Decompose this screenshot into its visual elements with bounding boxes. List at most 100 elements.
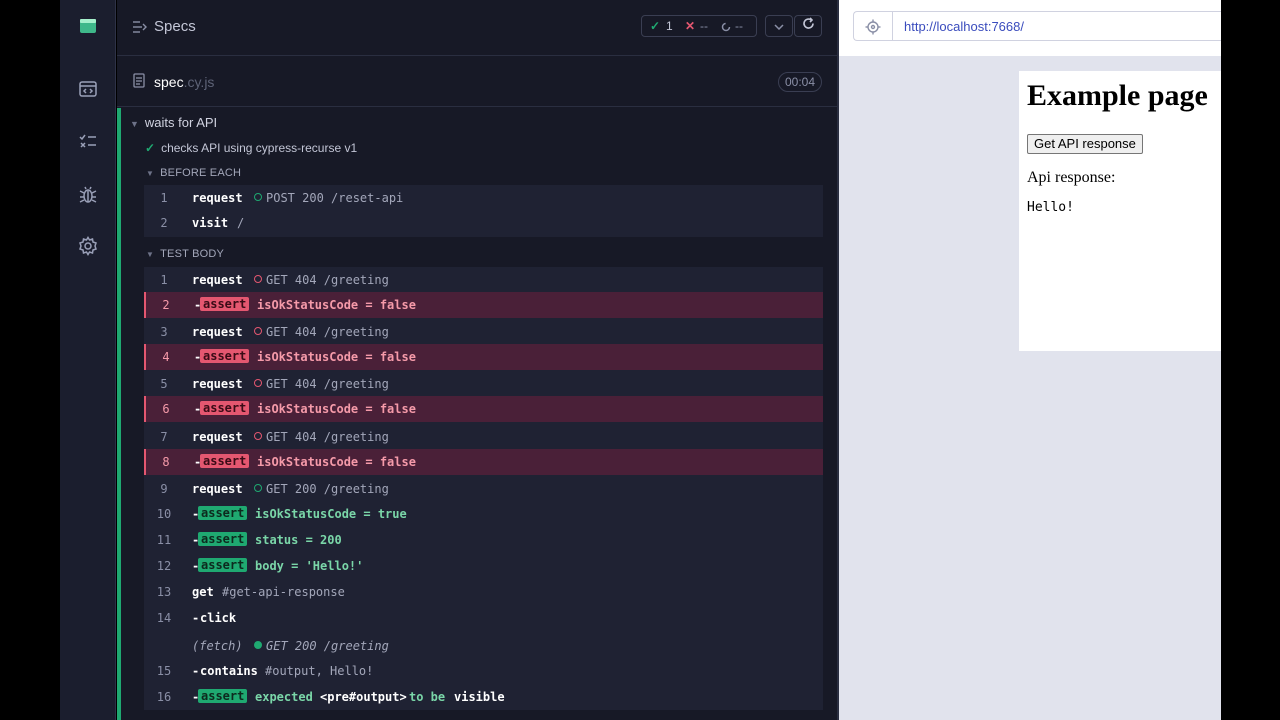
test-body-label: TEST BODY	[160, 248, 225, 260]
command-row-event[interactable]: (fetch) GET 200 /greeting	[144, 633, 823, 659]
suite-title-text: waits for API	[144, 115, 218, 130]
failed-count: --	[700, 19, 708, 33]
assert-badge: assert	[200, 454, 250, 468]
command-row[interactable]: 2 visit /	[144, 210, 823, 236]
command-row[interactable]: 3 request GET 404 /greeting	[144, 319, 823, 345]
page-heading: Example page	[1027, 79, 1208, 112]
command-number: 9	[160, 482, 168, 496]
passed-check-icon: ✓	[650, 19, 661, 33]
spec-basename: spec	[154, 74, 184, 90]
test-status-bar	[117, 108, 121, 720]
command-name: request	[192, 273, 243, 287]
assert-badge: assert	[198, 532, 248, 546]
command-message: /	[237, 216, 245, 230]
command-number: 2	[160, 216, 168, 230]
command-log-panel: Specs ✓ 1 ✕ -- -- spec.cy.js 00:04 ▼ wait…	[117, 0, 837, 720]
command-row-failed[interactable]: 8 - assert isOkStatusCode = false	[144, 449, 823, 475]
command-message: GET 404 /greeting	[266, 325, 389, 339]
url-field[interactable]: http://localhost:7668/	[853, 11, 1221, 41]
command-message: GET 404 /greeting	[266, 273, 389, 287]
passed-count: 1	[666, 19, 673, 33]
assert-badge: assert	[200, 349, 250, 363]
selector-playground-crosshair-icon[interactable]	[865, 19, 881, 40]
command-number: 12	[156, 559, 172, 573]
assert-badge: assert	[200, 401, 250, 415]
command-row[interactable]: 5 request GET 404 /greeting	[144, 371, 823, 397]
rerun-button[interactable]	[794, 15, 822, 37]
command-row[interactable]: 1 request POST 200 /reset-api	[144, 185, 823, 211]
command-name: request	[192, 482, 243, 496]
specs-list-toggle-icon[interactable]	[132, 20, 148, 39]
command-number: 5	[160, 377, 168, 391]
cypress-logo-icon[interactable]	[76, 14, 100, 38]
debug-icon[interactable]	[76, 183, 100, 207]
command-number: 2	[162, 298, 170, 312]
command-number: 3	[160, 325, 168, 339]
settings-gear-icon[interactable]	[76, 234, 100, 258]
pending-count: --	[735, 19, 743, 33]
command-number: 11	[156, 533, 172, 547]
command-row[interactable]: 14 - click	[144, 605, 823, 631]
command-message: body = 'Hello!'	[255, 559, 364, 573]
command-message: #output, Hello!	[265, 664, 374, 678]
command-number: 1	[160, 273, 168, 287]
command-row[interactable]: 7 request GET 404 /greeting	[144, 424, 823, 450]
letterbox-right	[1221, 0, 1280, 720]
aut-iframe: Example page Get API response Api respon…	[1019, 71, 1221, 351]
command-message: isOkStatusCode = false	[257, 350, 416, 364]
command-message: isOkStatusCode = true	[255, 507, 407, 521]
command-number: 1	[160, 191, 168, 205]
runs-icon[interactable]	[76, 130, 100, 154]
assert-badge: assert	[200, 297, 250, 311]
command-name: contains	[200, 664, 258, 678]
assertion-verb: to be	[409, 690, 446, 704]
command-row[interactable]: 9 request GET 200 /greeting	[144, 476, 823, 502]
command-message: isOkStatusCode = false	[257, 298, 416, 312]
assert-badge: assert	[198, 506, 248, 520]
command-row[interactable]: 13 get #get-api-response	[144, 579, 823, 605]
command-row[interactable]: 12 - assert body = 'Hello!'	[144, 553, 823, 579]
command-number: 15	[156, 664, 172, 678]
command-message: isOkStatusCode = false	[257, 455, 416, 469]
url-separator	[892, 12, 893, 40]
child-dash-icon: -	[192, 664, 200, 678]
request-status-circle-icon	[254, 193, 262, 201]
get-api-response-button[interactable]: Get API response	[1027, 134, 1143, 154]
command-number: 16	[156, 690, 172, 704]
suite-title[interactable]: ▼ waits for API	[130, 115, 217, 130]
assertion-expected: expected	[255, 690, 313, 704]
command-message: #get-api-response	[222, 585, 345, 599]
command-row-failed[interactable]: 2 - assert isOkStatusCode = false	[144, 292, 823, 318]
command-row[interactable]: 10 - assert isOkStatusCode = true	[144, 501, 823, 527]
command-number: 13	[156, 585, 172, 599]
command-row[interactable]: 1 request GET 404 /greeting	[144, 267, 823, 293]
command-message: POST 200 /reset-api	[266, 191, 404, 205]
api-response-label: Api response:	[1027, 169, 1116, 186]
command-row[interactable]: 16 - assert expected <pre#output> to be …	[144, 684, 823, 710]
failed-x-icon: ✕	[685, 19, 696, 33]
command-message: GET 200 /greeting	[266, 482, 389, 496]
command-row-failed[interactable]: 6 - assert isOkStatusCode = false	[144, 396, 823, 422]
test-body-header[interactable]: ▼ TEST BODY	[146, 248, 224, 260]
request-success-circle-icon	[254, 484, 262, 492]
spec-bar: spec.cy.js 00:04	[117, 57, 837, 107]
test-title[interactable]: ✓ checks API using cypress-recurse v1	[145, 141, 357, 155]
before-each-header[interactable]: ▼ BEFORE EACH	[146, 167, 241, 179]
url-text[interactable]: http://localhost:7668/	[904, 19, 1024, 34]
command-row[interactable]: 15 - contains #output, Hello!	[144, 658, 823, 684]
pass-check-icon: ✓	[145, 141, 156, 155]
command-number: 7	[160, 430, 168, 444]
command-name: request	[192, 430, 243, 444]
letterbox-left	[0, 0, 60, 720]
command-message: status = 200	[255, 533, 342, 547]
specs-title[interactable]: Specs	[154, 18, 196, 35]
app-under-test-panel: http://localhost:7668/ Example page Get …	[839, 0, 1221, 720]
assert-badge: assert	[198, 689, 248, 703]
command-number: 10	[156, 507, 172, 521]
command-row-failed[interactable]: 4 - assert isOkStatusCode = false	[144, 344, 823, 370]
spec-extension: .cy.js	[183, 74, 215, 90]
expand-button[interactable]	[765, 15, 793, 37]
command-row[interactable]: 11 - assert status = 200	[144, 527, 823, 553]
specs-icon[interactable]	[76, 77, 100, 101]
command-name: click	[200, 611, 237, 625]
